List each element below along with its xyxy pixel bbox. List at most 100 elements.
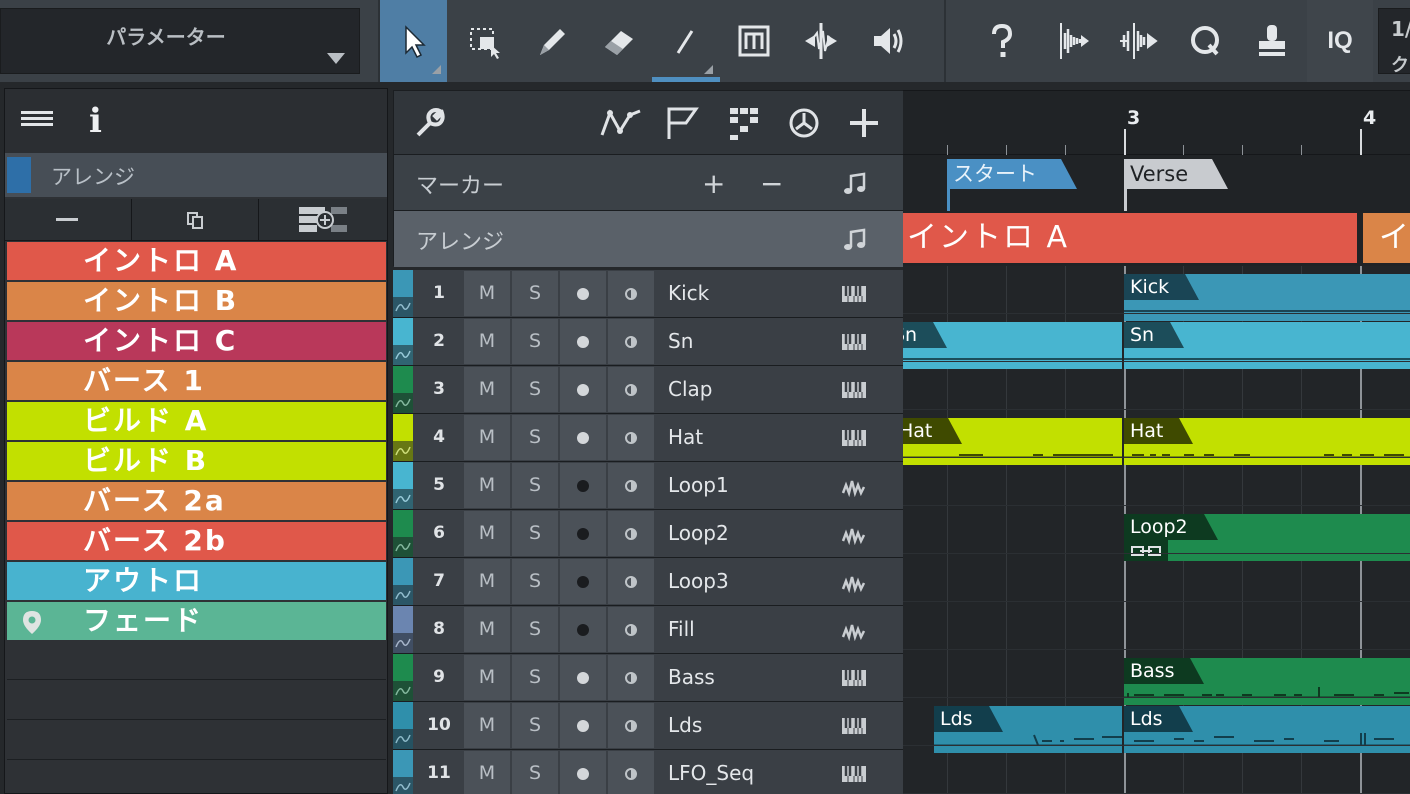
solo-button[interactable]: S bbox=[512, 559, 558, 604]
arrow-tool-button[interactable] bbox=[380, 0, 447, 82]
mute-button[interactable]: M bbox=[464, 511, 510, 556]
track-row[interactable]: 7 M S Loop3 bbox=[393, 558, 903, 606]
remove-section-button[interactable] bbox=[5, 199, 132, 241]
iq-button[interactable]: IQ bbox=[1307, 0, 1373, 82]
section-row[interactable]: フェード bbox=[7, 602, 386, 640]
monitor-button[interactable] bbox=[608, 511, 654, 556]
eraser-tool-button[interactable] bbox=[585, 0, 652, 82]
section-row[interactable]: ビルド A bbox=[7, 402, 386, 440]
track-row[interactable]: 11 M S LFO_Seq bbox=[393, 750, 903, 794]
solo-button[interactable]: S bbox=[512, 367, 558, 412]
track-name[interactable]: Lds bbox=[668, 702, 702, 749]
section-row[interactable]: バース 1 bbox=[7, 362, 386, 400]
listen-tool-button[interactable] bbox=[854, 0, 921, 82]
monitor-button[interactable] bbox=[608, 415, 654, 460]
mute-tool-button[interactable] bbox=[720, 0, 787, 82]
arranger-track-title[interactable]: アレンジ bbox=[5, 153, 387, 197]
solo-button[interactable]: S bbox=[512, 271, 558, 316]
arranger-grid-icon[interactable] bbox=[726, 105, 762, 141]
menu-icon[interactable] bbox=[21, 111, 53, 131]
add-section-button[interactable] bbox=[259, 199, 386, 241]
track-row[interactable]: 9 M S Bass bbox=[393, 654, 903, 702]
record-arm-button[interactable] bbox=[560, 559, 606, 604]
track-name[interactable]: Bass bbox=[668, 654, 715, 701]
record-arm-button[interactable] bbox=[560, 751, 606, 794]
record-arm-button[interactable] bbox=[560, 463, 606, 508]
marker-verse[interactable]: Verse bbox=[1124, 159, 1229, 189]
bend-markers-tool-button[interactable] bbox=[1104, 0, 1171, 82]
track-row[interactable]: 1 M S Kick bbox=[393, 270, 903, 318]
track-name[interactable]: Hat bbox=[668, 414, 703, 461]
record-arm-button[interactable] bbox=[560, 511, 606, 556]
arranger-section-block[interactable]: イントロ A bbox=[903, 213, 1357, 263]
record-arm-button[interactable] bbox=[560, 319, 606, 364]
range-tool-button[interactable] bbox=[451, 0, 518, 82]
automation-toggle-icon[interactable] bbox=[393, 633, 413, 653]
mute-button[interactable]: M bbox=[464, 751, 510, 794]
track-name[interactable]: Loop3 bbox=[668, 558, 729, 605]
automation-toggle-icon[interactable] bbox=[393, 489, 413, 509]
track-row[interactable]: 8 M S Fill bbox=[393, 606, 903, 654]
monitor-button[interactable] bbox=[608, 319, 654, 364]
automation-toggle-icon[interactable] bbox=[393, 777, 413, 794]
solo-button[interactable]: S bbox=[512, 751, 558, 794]
music-note-icon[interactable] bbox=[842, 227, 868, 253]
help-tool-button[interactable] bbox=[968, 0, 1035, 82]
track-row[interactable]: 5 M S Loop1 bbox=[393, 462, 903, 510]
mute-button[interactable]: M bbox=[464, 271, 510, 316]
marker-flag-icon[interactable] bbox=[664, 105, 700, 141]
automation-toggle-icon[interactable] bbox=[393, 537, 413, 557]
wrench-icon[interactable] bbox=[410, 105, 446, 141]
section-row[interactable]: イントロ C bbox=[7, 322, 386, 360]
automation-toggle-icon[interactable] bbox=[393, 297, 413, 317]
solo-button[interactable]: S bbox=[512, 415, 558, 460]
track-name[interactable]: Loop1 bbox=[668, 462, 729, 509]
track-row[interactable]: 2 M S Sn bbox=[393, 318, 903, 366]
monitor-button[interactable] bbox=[608, 559, 654, 604]
track-row[interactable]: 4 M S Hat bbox=[393, 414, 903, 462]
monitor-button[interactable] bbox=[608, 271, 654, 316]
section-row[interactable]: イントロ A bbox=[7, 242, 386, 280]
monitor-button[interactable] bbox=[608, 463, 654, 508]
music-note-icon[interactable] bbox=[842, 171, 868, 197]
section-row[interactable]: バース 2b bbox=[7, 522, 386, 560]
mute-button[interactable]: M bbox=[464, 319, 510, 364]
track-name[interactable]: Kick bbox=[668, 270, 709, 317]
marker-start[interactable]: スタート bbox=[947, 159, 1077, 189]
section-row[interactable]: バース 2a bbox=[7, 482, 386, 520]
track-name[interactable]: Loop2 bbox=[668, 510, 729, 557]
timeline-ruler[interactable]: 3 4 bbox=[903, 91, 1410, 155]
solo-button[interactable]: S bbox=[512, 463, 558, 508]
parameter-dropdown[interactable]: パラメーター bbox=[0, 8, 360, 74]
stamp-tool-button[interactable] bbox=[1238, 0, 1305, 82]
mute-button[interactable]: M bbox=[464, 367, 510, 412]
tempo-clock-icon[interactable] bbox=[786, 105, 822, 141]
record-arm-button[interactable] bbox=[560, 415, 606, 460]
track-name[interactable]: Clap bbox=[668, 366, 712, 413]
automation-icon[interactable] bbox=[598, 105, 644, 141]
record-arm-button[interactable] bbox=[560, 703, 606, 748]
paint-tool-button[interactable] bbox=[518, 0, 585, 82]
section-row[interactable]: イントロ B bbox=[7, 282, 386, 320]
mute-button[interactable]: M bbox=[464, 703, 510, 748]
quantize-value-box[interactable]: 1/ ク bbox=[1378, 8, 1410, 76]
audio-bend-tool-button[interactable] bbox=[1037, 0, 1104, 82]
monitor-button[interactable] bbox=[608, 367, 654, 412]
duplicate-section-button[interactable] bbox=[132, 199, 259, 241]
automation-toggle-icon[interactable] bbox=[393, 345, 413, 365]
record-arm-button[interactable] bbox=[560, 271, 606, 316]
automation-toggle-icon[interactable] bbox=[393, 729, 413, 749]
marker-track-header[interactable]: マーカー + − bbox=[394, 155, 904, 211]
monitor-button[interactable] bbox=[608, 607, 654, 652]
mute-button[interactable]: M bbox=[464, 559, 510, 604]
record-arm-button[interactable] bbox=[560, 607, 606, 652]
automation-toggle-icon[interactable] bbox=[393, 681, 413, 701]
automation-toggle-icon[interactable] bbox=[393, 585, 413, 605]
solo-button[interactable]: S bbox=[512, 703, 558, 748]
mute-button[interactable]: M bbox=[464, 607, 510, 652]
add-marker-button[interactable]: + bbox=[702, 167, 725, 200]
arranger-section-block[interactable]: イ bbox=[1363, 213, 1410, 263]
track-row[interactable]: 10 M S Lds bbox=[393, 702, 903, 750]
add-track-icon[interactable] bbox=[846, 105, 882, 141]
section-row[interactable]: ビルド B bbox=[7, 442, 386, 480]
